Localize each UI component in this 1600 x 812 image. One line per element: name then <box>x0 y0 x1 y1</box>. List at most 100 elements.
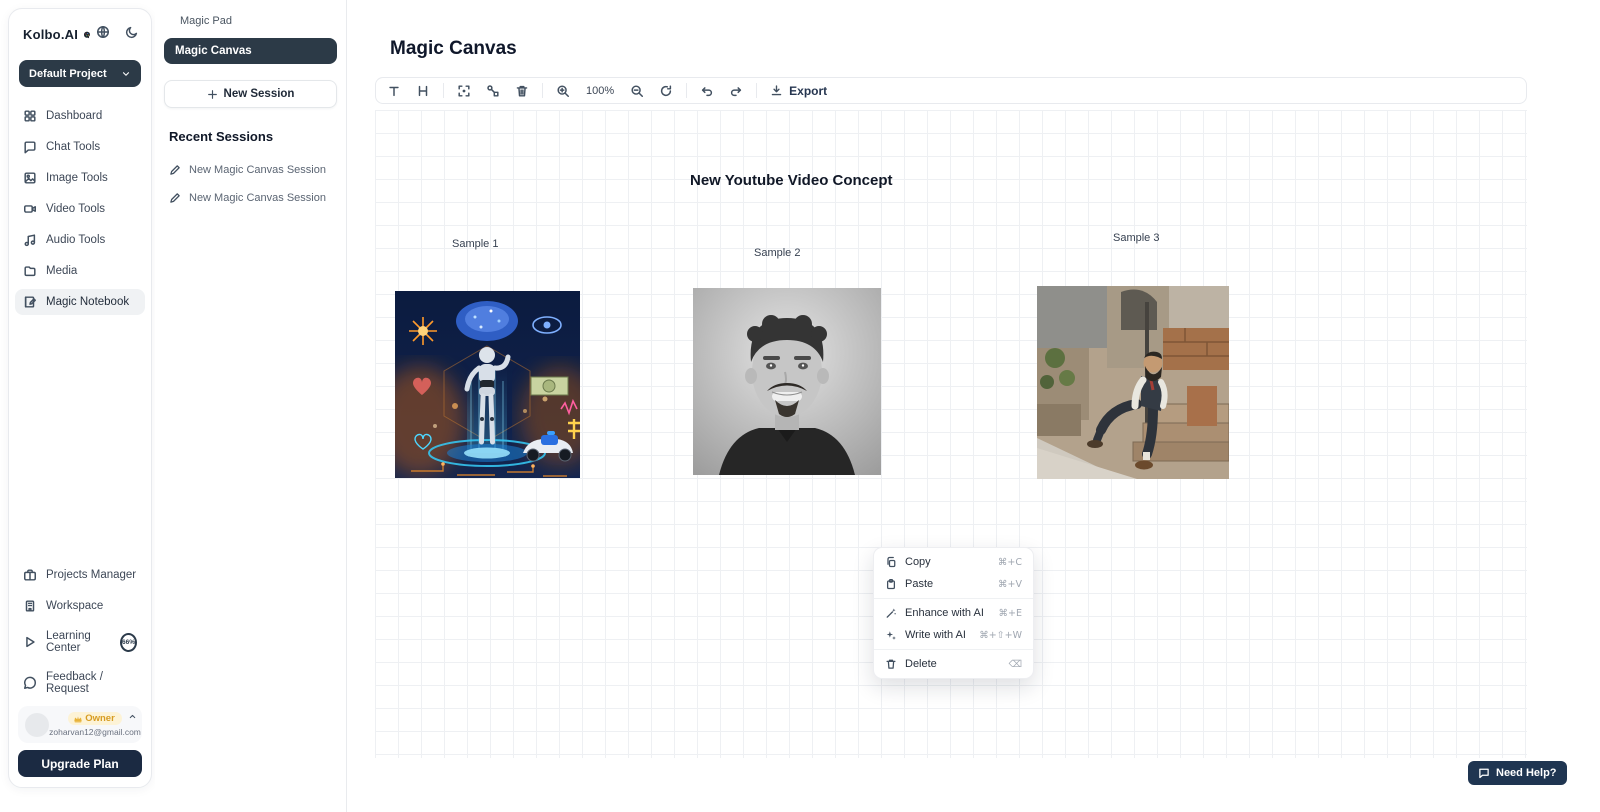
copy-icon <box>885 556 897 568</box>
media-folder-icon <box>23 264 37 278</box>
menu-item-shortcut: ⌘+V <box>998 579 1022 590</box>
sidebar-nav: Dashboard Chat Tools Image Tools Video T… <box>9 103 151 315</box>
sample-1-image-ai-robot[interactable] <box>395 291 580 478</box>
notebook-pen-icon <box>23 295 37 309</box>
sidebar-item-label: Image Tools <box>46 172 108 184</box>
sidebar-item-workspace[interactable]: Workspace <box>15 593 145 619</box>
menu-item-label: Write with AI <box>905 629 966 641</box>
language-globe-icon[interactable] <box>96 25 110 44</box>
toolbar-divider <box>756 83 757 98</box>
undo-button[interactable] <box>698 82 716 100</box>
building-icon <box>23 599 37 613</box>
upgrade-plan-button[interactable]: Upgrade Plan <box>18 750 142 777</box>
zoom-in-button[interactable] <box>554 82 572 100</box>
context-menu-write-with-ai[interactable]: Write with AI ⌘+⇧+W <box>874 624 1033 646</box>
ai-select-icon <box>457 84 471 98</box>
video-camera-icon <box>23 202 37 216</box>
sidebar-item-dashboard[interactable]: Dashboard <box>15 103 145 129</box>
ai-select-tool-button[interactable] <box>455 82 473 100</box>
sample-3-label[interactable]: Sample 3 <box>1113 232 1159 244</box>
heading-tool-button[interactable] <box>414 82 432 100</box>
logo-row: Kolbo.AI <box>9 9 151 52</box>
undo-icon <box>700 84 714 98</box>
sidebar-item-label: Projects Manager <box>46 569 136 581</box>
sample-1-label[interactable]: Sample 1 <box>452 238 498 250</box>
sidebar-item-feedback-request[interactable]: Feedback / Request <box>15 665 145 701</box>
context-menu-enhance-with-ai[interactable]: Enhance with AI ⌘+E <box>874 602 1033 624</box>
learning-progress-badge: 66% <box>120 633 137 652</box>
sidebar-item-learning-center[interactable]: Learning Center 66% <box>15 624 145 660</box>
canvas-toolbar: 100% Export <box>375 77 1527 104</box>
pencil-icon <box>169 164 181 176</box>
zoom-out-button[interactable] <box>628 82 646 100</box>
music-note-icon <box>23 233 37 247</box>
user-menu-caret-icon[interactable] <box>128 712 137 721</box>
plus-icon <box>207 89 218 100</box>
panel-item-magic-pad[interactable]: Magic Pad <box>155 0 346 27</box>
sidebar-item-label: Learning Center <box>46 630 108 654</box>
canvas-heading-text[interactable]: New Youtube Video Concept <box>690 172 893 189</box>
sidebar-item-label: Media <box>46 265 77 277</box>
owner-role-label: Owner <box>85 713 115 724</box>
recent-sessions-heading: Recent Sessions <box>169 129 346 144</box>
delete-tool-button[interactable] <box>513 82 531 100</box>
context-menu-copy[interactable]: Copy ⌘+C <box>874 551 1033 573</box>
magic-canvas-grid[interactable]: New Youtube Video Concept Sample 1 Sampl… <box>375 110 1527 758</box>
text-tool-icon <box>387 84 401 98</box>
session-list-item[interactable]: New Magic Canvas Session <box>155 184 346 212</box>
sidebar-item-magic-notebook[interactable]: Magic Notebook <box>15 289 145 315</box>
trash-icon <box>515 84 529 98</box>
sidebar-item-audio-tools[interactable]: Audio Tools <box>15 227 145 253</box>
dashboard-grid-icon <box>23 109 37 123</box>
user-account-card[interactable]: Owner zoharvan12@gmail.com <box>18 706 142 743</box>
play-icon <box>23 635 37 649</box>
sidebar-item-media[interactable]: Media <box>15 258 145 284</box>
sidebar-item-label: Dashboard <box>46 110 102 122</box>
sidebar-item-video-tools[interactable]: Video Tools <box>15 196 145 222</box>
session-panel: Magic Pad Magic Canvas New Session Recen… <box>155 0 347 812</box>
sidebar-item-label: Chat Tools <box>46 141 100 153</box>
reset-view-button[interactable] <box>657 82 675 100</box>
sample-3-image-ruins[interactable] <box>1037 286 1229 479</box>
sparkles-icon <box>885 629 897 641</box>
page-title: Magic Canvas <box>390 38 517 60</box>
trash-icon <box>885 658 897 670</box>
sidebar-item-projects-manager[interactable]: Projects Manager <box>15 562 145 588</box>
toolbar-divider <box>542 83 543 98</box>
sample-2-image-portrait[interactable] <box>693 288 881 475</box>
need-help-button[interactable]: Need Help? <box>1468 761 1567 785</box>
canvas-context-menu: Copy ⌘+C Paste ⌘+V Enhance with AI ⌘+E W… <box>873 547 1034 679</box>
text-tool-button[interactable] <box>385 82 403 100</box>
project-selector[interactable]: Default Project <box>19 60 141 87</box>
connector-nodes-icon <box>486 84 500 98</box>
zoom-in-icon <box>556 84 570 98</box>
new-session-button[interactable]: New Session <box>164 80 337 108</box>
project-selector-label: Default Project <box>29 68 107 80</box>
sidebar-item-label: Magic Notebook <box>46 296 129 308</box>
sample-2-label[interactable]: Sample 2 <box>754 247 800 259</box>
zoom-level-indicator[interactable]: 100% <box>583 85 617 97</box>
panel-item-magic-canvas[interactable]: Magic Canvas <box>164 38 337 64</box>
crown-icon <box>73 714 83 724</box>
toolbar-divider <box>686 83 687 98</box>
export-button[interactable]: Export <box>768 84 829 98</box>
context-menu-paste[interactable]: Paste ⌘+V <box>874 573 1033 595</box>
connector-tool-button[interactable] <box>484 82 502 100</box>
session-list-item[interactable]: New Magic Canvas Session <box>155 156 346 184</box>
session-item-label: New Magic Canvas Session <box>189 192 326 204</box>
menu-item-shortcut: ⌘+E <box>999 608 1022 619</box>
owner-role-badge: Owner <box>68 712 122 725</box>
download-icon <box>770 84 783 97</box>
dark-mode-moon-icon[interactable] <box>125 25 139 44</box>
sidebar-item-label: Video Tools <box>46 203 105 215</box>
menu-item-label: Copy <box>905 556 931 568</box>
sidebar-item-image-tools[interactable]: Image Tools <box>15 165 145 191</box>
sidebar-item-label: Audio Tools <box>46 234 105 246</box>
redo-button[interactable] <box>727 82 745 100</box>
export-label: Export <box>789 84 827 98</box>
briefcase-icon <box>23 568 37 582</box>
brain-head-logo-icon <box>83 27 91 43</box>
chevron-down-icon <box>121 69 131 79</box>
context-menu-delete[interactable]: Delete ⌫ <box>874 653 1033 675</box>
sidebar-item-chat-tools[interactable]: Chat Tools <box>15 134 145 160</box>
